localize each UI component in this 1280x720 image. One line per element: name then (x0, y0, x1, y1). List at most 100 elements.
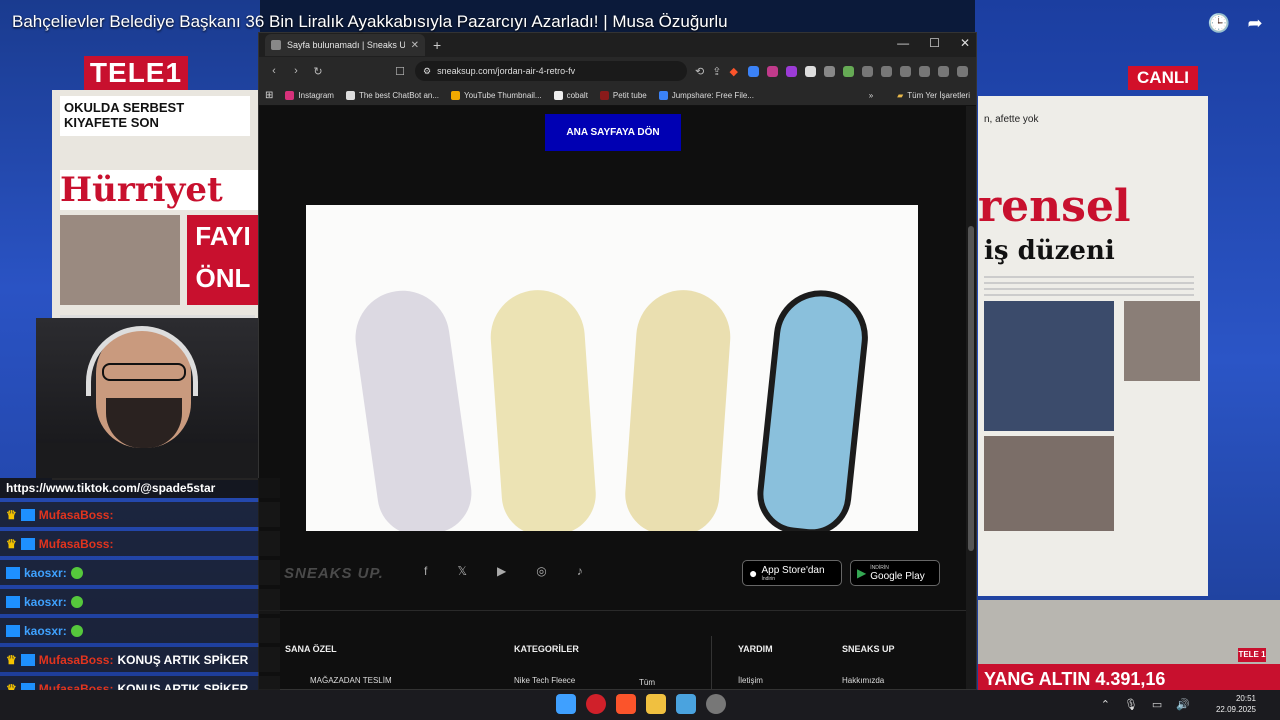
clock-date: 22.09.2025 (1215, 705, 1256, 714)
footer-link[interactable]: Hakkımızda (842, 676, 895, 685)
sidebar-icon[interactable] (881, 65, 892, 77)
site-info-icon[interactable]: ⚙ (423, 66, 431, 77)
all-bookmarks-button[interactable]: Tüm Yer İşaretleri (907, 91, 970, 100)
footer-link[interactable]: Tüm (639, 678, 655, 687)
badge-icon (20, 508, 35, 521)
share-icon[interactable]: ➦ (1244, 12, 1266, 34)
youtube-icon[interactable]: ▶ (497, 564, 506, 578)
forward-icon[interactable]: › (289, 65, 303, 77)
google-play-button[interactable]: ▶ İNDİRİN Google Play (850, 560, 940, 586)
crown-icon: ♛ (6, 507, 17, 522)
address-bar[interactable]: ⚙ sneaksup.com/jordan-air-4-retro-fv (415, 61, 687, 81)
bookmark-instagram[interactable]: Instagram (285, 90, 334, 100)
maximize-icon[interactable]: ☐ (929, 36, 940, 50)
new-tab-icon[interactable]: + (433, 37, 441, 53)
watch-later-icon[interactable]: 🕒 (1208, 12, 1230, 34)
bookmark-youtube-thumbnail[interactable]: YouTube Thumbnail... (451, 90, 542, 100)
footer-link[interactable]: İletişim (738, 676, 773, 685)
video-title[interactable]: Bahçelievler Belediye Başkanı 36 Bin Lir… (12, 12, 728, 32)
volume-icon[interactable]: 🔊 (1176, 698, 1190, 711)
bookmarks-bar: ⊞ Instagram The best ChatBot an... YouTu… (259, 85, 976, 106)
extension-icon[interactable] (786, 65, 797, 77)
chat-row: kaosxr: (0, 589, 280, 614)
cobalt-icon (553, 90, 563, 100)
badge-icon (6, 595, 20, 608)
network-icon[interactable]: ▭ (1152, 698, 1162, 711)
bookmark-chatbot[interactable]: The best ChatBot an... (345, 90, 439, 100)
wallet-icon[interactable] (919, 65, 930, 77)
control-panel-icon[interactable] (676, 694, 696, 714)
back-icon[interactable]: ‹ (267, 65, 281, 77)
apps-grid-icon[interactable]: ⊞ (265, 90, 273, 101)
puzzle-icon[interactable] (862, 65, 873, 77)
sole-image (622, 287, 734, 531)
system-clock[interactable]: 20:51 22.09.2025 (1216, 693, 1256, 715)
facebook-icon[interactable]: f (424, 564, 427, 578)
crown-icon: ♛ (6, 536, 17, 551)
music-icon[interactable] (900, 65, 911, 77)
newspaper-right-text (984, 276, 1194, 296)
webcam-overlay (36, 318, 258, 478)
extension-icon[interactable] (843, 65, 854, 77)
vpn-icon[interactable] (938, 65, 949, 77)
windows-taskbar: ⌃ 🎙 ▭ 🔊 20:51 22.09.2025 (0, 690, 1280, 720)
reload-icon[interactable]: ↻ (311, 65, 325, 78)
bookmark-petit-tube[interactable]: Petit tube (599, 90, 647, 100)
newspaper-left-headline: OKULDA SERBEST KIYAFETE SON (60, 96, 250, 136)
footer-link[interactable]: MAĞAZADAN TESLİM (310, 676, 392, 685)
app-store-label: App Store'dan (761, 564, 825, 576)
footer-link[interactable]: Nike Tech Fleece (514, 676, 579, 685)
file-explorer-icon[interactable] (646, 694, 666, 714)
badge-icon (6, 624, 20, 637)
windows-start-icon[interactable] (556, 694, 576, 714)
app-store-button[interactable]: ● App Store'dan İndirin (742, 560, 842, 586)
badge-icon (20, 653, 35, 666)
close-window-icon[interactable]: ✕ (960, 36, 970, 50)
extension-icon[interactable] (824, 65, 835, 77)
extension-icon[interactable] (748, 65, 759, 77)
video-actions: 🕒 ➦ (1208, 12, 1266, 34)
chrome-icon[interactable] (706, 694, 726, 714)
chat-username: MufasaBoss: (38, 536, 114, 551)
browser-window: Sayfa bulunamadı | Sneaks Up ✕ + — ☐ ✕ ‹… (258, 32, 977, 690)
address-url: sneaksup.com/jordan-air-4-retro-fv (437, 66, 576, 76)
extension-icon[interactable] (805, 65, 816, 77)
newspaper-right-headline: iş düzeni (984, 236, 1115, 266)
web-page: ANA SAYFAYA DÖN SNEAKS UP. f 𝕏 ▶ ◎ ♪ ● A… (259, 106, 968, 689)
chat-row: kaosxr: (0, 560, 280, 585)
brave-icon[interactable] (616, 694, 636, 714)
share-page-icon[interactable]: ⇪ (712, 65, 721, 78)
history-icon[interactable]: ⟲ (695, 65, 704, 78)
footer-heading: KATEGORİLER (514, 644, 579, 654)
microphone-icon[interactable]: 🎙 (1124, 698, 1138, 711)
thumbnail-icon (451, 90, 461, 100)
sneaksup-logo[interactable]: SNEAKS UP. (284, 565, 384, 582)
live-badge: CANLI (1128, 66, 1198, 90)
menu-icon[interactable] (957, 65, 968, 77)
tiktok-icon[interactable]: ♪ (577, 564, 583, 578)
hero-image-soles (306, 205, 918, 531)
bookmark-icon[interactable]: ☐ (393, 65, 407, 78)
bookmark-cobalt[interactable]: cobalt (553, 90, 588, 100)
footer-col-kategoriler: KATEGORİLER Nike Tech Fleece (514, 644, 579, 685)
scrollbar-thumb[interactable] (968, 226, 974, 551)
footer-heading: SNEAKS UP (842, 644, 895, 654)
extension-icon[interactable] (767, 65, 778, 77)
tab-active[interactable]: Sayfa bulunamadı | Sneaks Up ✕ (265, 34, 425, 56)
tray-expand-icon[interactable]: ⌃ (1101, 698, 1110, 711)
chat-username: MufasaBoss: (38, 507, 114, 522)
instagram-icon[interactable]: ◎ (536, 564, 546, 578)
page-scrollbar[interactable] (966, 106, 976, 689)
footer-top: SNEAKS UP. f 𝕏 ▶ ◎ ♪ ● App Store'dan İnd… (259, 544, 968, 611)
x-icon[interactable]: 𝕏 (457, 564, 467, 578)
folder-icon: ▰ (897, 90, 904, 100)
minimize-icon[interactable]: — (897, 36, 909, 50)
webcam-headphones (86, 326, 198, 396)
close-tab-icon[interactable]: ✕ (411, 40, 419, 51)
chat-url: https://www.tiktok.com/@spade5star (0, 478, 280, 498)
more-bookmarks-button[interactable]: » (869, 91, 873, 100)
opera-icon[interactable] (586, 694, 606, 714)
home-page-button[interactable]: ANA SAYFAYA DÖN (545, 114, 681, 151)
bookmark-jumpshare[interactable]: Jumpshare: Free File... (658, 90, 754, 100)
brave-shields-icon[interactable]: ◆ (729, 65, 737, 78)
